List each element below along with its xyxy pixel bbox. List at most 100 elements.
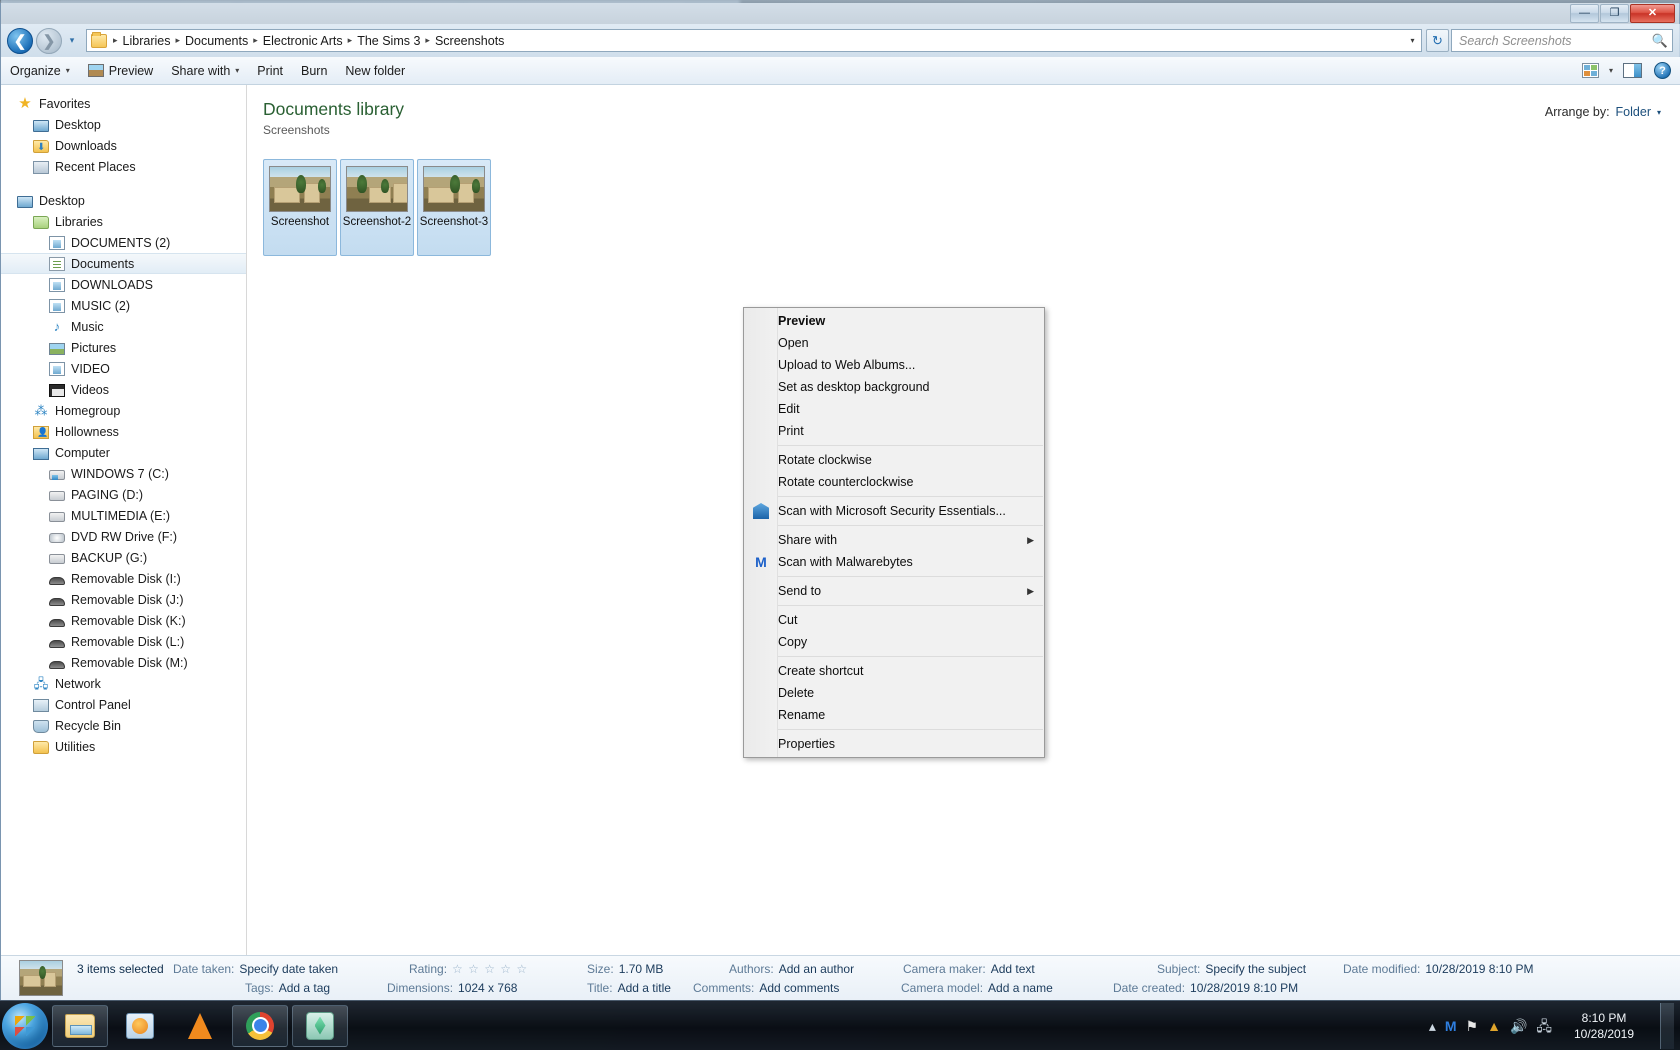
network-icon[interactable]: 🖧: [1536, 1019, 1552, 1033]
context-menu-item-rotate-counterclockwise[interactable]: Rotate counterclockwise: [744, 471, 1044, 493]
recent-pages-dropdown-icon[interactable]: ▾: [64, 35, 80, 46]
breadcrumb-libraries[interactable]: Libraries: [120, 34, 174, 48]
sidebar-item-favorites[interactable]: ★ Favorites: [1, 93, 246, 114]
sidebar-item-pictures[interactable]: Pictures: [1, 337, 246, 358]
breadcrumb-documents[interactable]: Documents: [182, 34, 251, 48]
sidebar-item-music[interactable]: ♪ Music: [1, 316, 246, 337]
show-desktop-button[interactable]: [1660, 1002, 1674, 1049]
context-menu-item-print[interactable]: Print: [744, 420, 1044, 442]
context-menu-item-preview[interactable]: Preview: [744, 310, 1044, 332]
context-menu[interactable]: Preview Open Upload to Web Albums... Set as…: [743, 307, 1045, 758]
share-with-button[interactable]: Share with ▾: [162, 60, 248, 82]
context-menu-item-set-as-desktop-background[interactable]: Set as desktop background: [744, 376, 1044, 398]
sidebar-item-hollowness[interactable]: Hollowness: [1, 421, 246, 442]
sidebar-item-desktop[interactable]: Desktop: [1, 114, 246, 135]
refresh-button[interactable]: ↻: [1426, 29, 1449, 52]
sidebar-item-music-2[interactable]: MUSIC (2): [1, 295, 246, 316]
context-menu-item-scan-with-microsoft-security-essentials[interactable]: Scan with Microsoft Security Essentials.…: [744, 500, 1044, 522]
subject-value[interactable]: Specify the subject: [1205, 962, 1306, 976]
context-menu-item-cut[interactable]: Cut: [744, 609, 1044, 631]
sidebar-item-backup-g[interactable]: BACKUP (G:): [1, 547, 246, 568]
organize-button[interactable]: Organize ▾: [1, 60, 79, 82]
date-taken-value[interactable]: Specify date taken: [239, 962, 338, 976]
forward-arrow-icon[interactable]: ❯: [36, 27, 62, 54]
search-input[interactable]: Search Screenshots 🔍: [1451, 29, 1673, 52]
sidebar-item-multimedia-e[interactable]: MULTIMEDIA (E:): [1, 505, 246, 526]
sidebar-item-removable-disk-l[interactable]: Removable Disk (L:): [1, 631, 246, 652]
sidebar-item-control-panel[interactable]: Control Panel: [1, 694, 246, 715]
sidebar-item-utilities[interactable]: Utilities: [1, 736, 246, 757]
address-bar[interactable]: ▸ Libraries ▸ Documents ▸ Electronic Art…: [86, 29, 1422, 52]
minimize-button[interactable]: —: [1570, 4, 1599, 23]
help-icon[interactable]: ?: [1654, 62, 1671, 79]
title-value[interactable]: Add a title: [618, 981, 671, 995]
sidebar-item-libraries[interactable]: Libraries: [1, 211, 246, 232]
print-button[interactable]: Print: [248, 60, 292, 82]
sidebar-item-windows-7-c[interactable]: WINDOWS 7 (C:): [1, 463, 246, 484]
maximize-button[interactable]: ❐: [1600, 4, 1629, 23]
taskbar-windows-explorer[interactable]: [52, 1004, 108, 1047]
sidebar-item-removable-disk-j[interactable]: Removable Disk (J:): [1, 589, 246, 610]
sidebar-item-downloads[interactable]: Downloads: [1, 135, 246, 156]
file-tile[interactable]: Screenshot-3: [417, 159, 491, 256]
sidebar-item-removable-disk-i[interactable]: Removable Disk (I:): [1, 568, 246, 589]
arrange-by-control[interactable]: Arrange by: Folder ▾: [1545, 105, 1661, 119]
file-tile[interactable]: Screenshot: [263, 159, 337, 256]
rating-stars[interactable]: ☆ ☆ ☆ ☆ ☆: [452, 962, 528, 976]
malwarebytes-tray-icon[interactable]: M: [1445, 1019, 1457, 1033]
chevron-down-icon[interactable]: ▾: [1601, 66, 1621, 75]
context-menu-item-create-shortcut[interactable]: Create shortcut: [744, 660, 1044, 682]
file-list-pane[interactable]: Documents library Screenshots Arrange by…: [247, 85, 1680, 955]
camera-maker-value[interactable]: Add text: [991, 962, 1035, 976]
sidebar-item-removable-disk-m[interactable]: Removable Disk (M:): [1, 652, 246, 673]
sidebar-item-downloads[interactable]: DOWNLOADS: [1, 274, 246, 295]
change-view-icon[interactable]: [1581, 63, 1599, 78]
preview-pane-icon[interactable]: [1623, 63, 1642, 78]
navigation-pane[interactable]: ★ Favorites Desktop Downloads Recent Places D…: [1, 85, 247, 955]
chevron-down-icon[interactable]: ▾: [1404, 36, 1421, 45]
taskbar-the-sims-3[interactable]: [292, 1004, 348, 1047]
sidebar-item-network[interactable]: 🖧 Network: [1, 673, 246, 694]
action-center-icon[interactable]: ⚑: [1466, 1019, 1479, 1033]
context-menu-item-delete[interactable]: Delete: [744, 682, 1044, 704]
comments-value[interactable]: Add comments: [759, 981, 839, 995]
sidebar-item-documents-2[interactable]: DOCUMENTS (2): [1, 232, 246, 253]
sidebar-item-recent-places[interactable]: Recent Places: [1, 156, 246, 177]
context-menu-item-rename[interactable]: Rename: [744, 704, 1044, 726]
sidebar-item-computer[interactable]: Computer: [1, 442, 246, 463]
tags-value[interactable]: Add a tag: [279, 981, 330, 995]
authors-value[interactable]: Add an author: [779, 962, 854, 976]
breadcrumb-electronic-arts[interactable]: Electronic Arts: [260, 34, 346, 48]
sidebar-item-documents[interactable]: Documents: [1, 253, 246, 274]
taskbar-windows-media-player[interactable]: [112, 1005, 168, 1047]
new-folder-button[interactable]: New folder: [336, 60, 414, 82]
breadcrumb-screenshots[interactable]: Screenshots: [432, 34, 507, 48]
sidebar-item-paging-d[interactable]: PAGING (D:): [1, 484, 246, 505]
sidebar-item-video[interactable]: VIDEO: [1, 358, 246, 379]
sidebar-item-homegroup[interactable]: ⁂ Homegroup: [1, 400, 246, 421]
taskbar-google-chrome[interactable]: [232, 1004, 288, 1047]
context-menu-item-open[interactable]: Open: [744, 332, 1044, 354]
context-menu-item-rotate-clockwise[interactable]: Rotate clockwise: [744, 449, 1044, 471]
breadcrumb-the-sims-3[interactable]: The Sims 3: [354, 34, 423, 48]
show-hidden-icons-icon[interactable]: ▴: [1429, 1019, 1436, 1033]
sidebar-item-dvd-rw-drive-f[interactable]: DVD RW Drive (F:): [1, 526, 246, 547]
security-shield-icon[interactable]: ▲: [1487, 1019, 1501, 1033]
context-menu-item-send-to[interactable]: Send to ▶: [744, 580, 1044, 602]
burn-button[interactable]: Burn: [292, 60, 336, 82]
clock[interactable]: 8:10 PM 10/28/2019: [1561, 1010, 1647, 1042]
sidebar-item-recycle-bin[interactable]: Recycle Bin: [1, 715, 246, 736]
context-menu-item-edit[interactable]: Edit: [744, 398, 1044, 420]
context-menu-item-upload-to-web-albums[interactable]: Upload to Web Albums...: [744, 354, 1044, 376]
context-menu-item-share-with[interactable]: Share with ▶: [744, 529, 1044, 551]
sidebar-item-desktop[interactable]: Desktop: [1, 190, 246, 211]
context-menu-item-scan-with-malwarebytes[interactable]: M Scan with Malwarebytes: [744, 551, 1044, 573]
volume-icon[interactable]: 🔊: [1510, 1019, 1527, 1033]
back-arrow-icon[interactable]: ❮: [7, 27, 33, 54]
preview-button[interactable]: Preview: [79, 60, 162, 82]
context-menu-item-properties[interactable]: Properties: [744, 733, 1044, 755]
close-button[interactable]: ✕: [1630, 4, 1675, 23]
sidebar-item-videos[interactable]: Videos: [1, 379, 246, 400]
start-button[interactable]: [2, 1002, 48, 1049]
taskbar-vlc[interactable]: [172, 1005, 228, 1047]
